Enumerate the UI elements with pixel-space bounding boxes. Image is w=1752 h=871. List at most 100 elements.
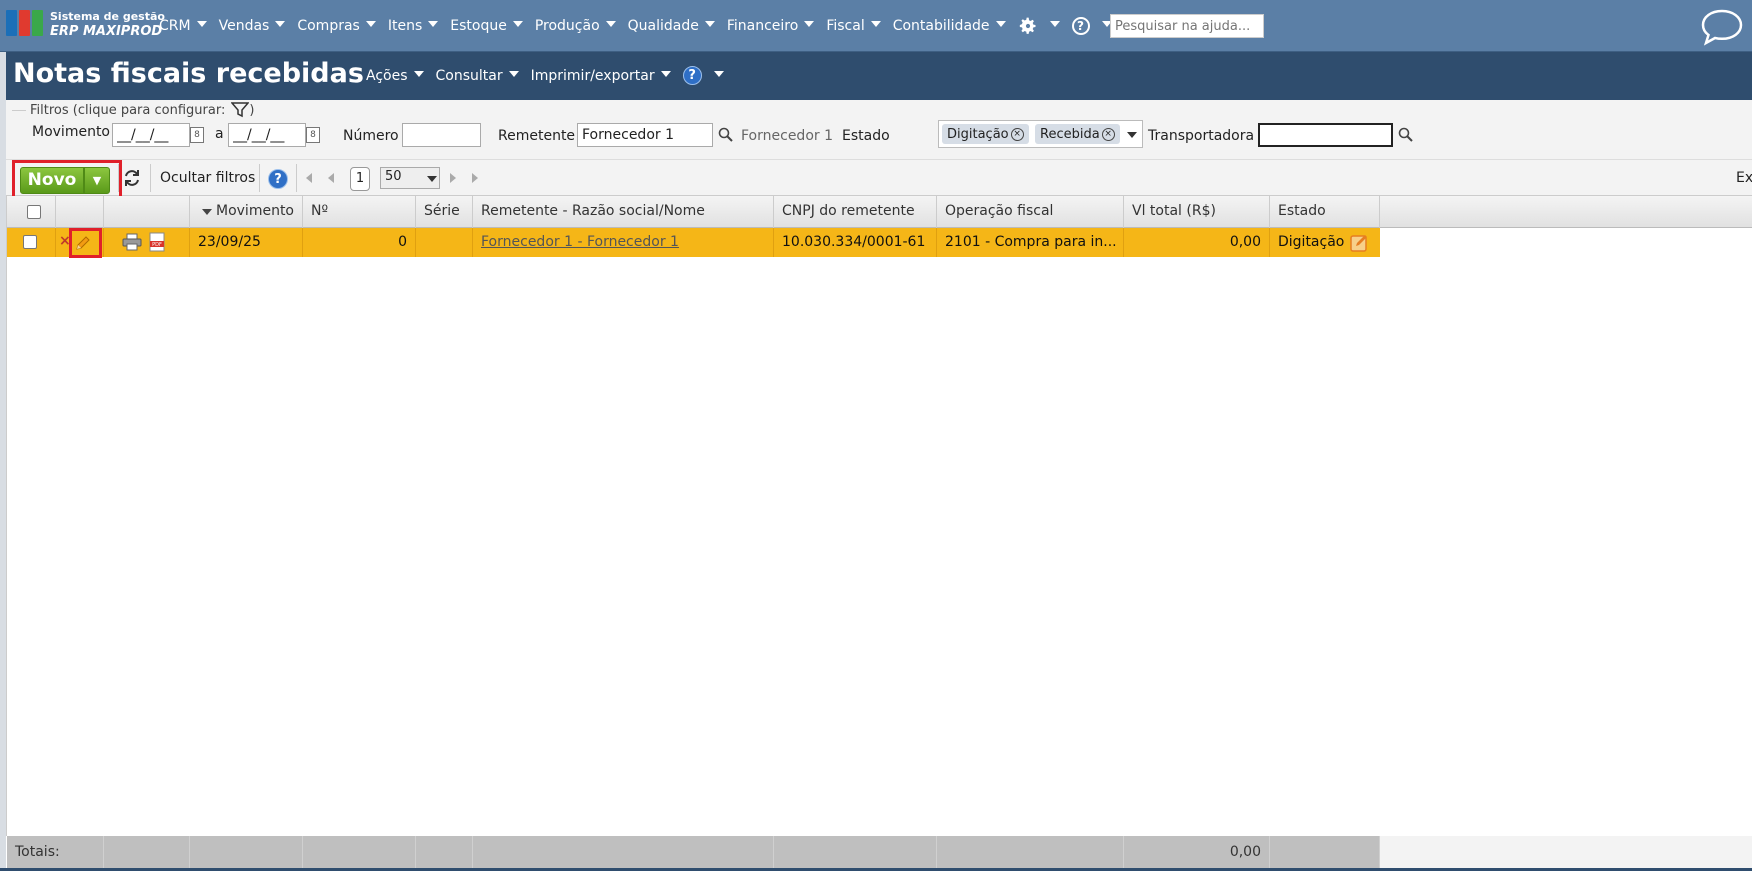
novo-button[interactable]: Novo	[20, 167, 84, 194]
cell-operacao: 2101 - Compra para in...	[937, 228, 1124, 257]
col-serie[interactable]: Série	[416, 196, 473, 228]
grid-toolbar: Novo ▼ Ocultar filtros ? 1 50 Ex	[6, 160, 1752, 200]
menu-contabilidade[interactable]: Contabilidade	[893, 18, 1006, 34]
col-movimento[interactable]: Movimento	[190, 196, 303, 228]
novo-highlight: Novo ▼	[12, 160, 122, 200]
transportadora-input[interactable]	[1258, 123, 1393, 147]
caret-down-icon[interactable]	[1127, 132, 1137, 138]
maxiprod-logo[interactable]: Sistema de gestão ERP MAXIPROD	[6, 8, 165, 42]
col-remetente[interactable]: Remetente - Razão social/Nome	[473, 196, 774, 228]
remetente-input[interactable]	[577, 123, 713, 147]
ocultar-filtros-button[interactable]: Ocultar filtros	[160, 170, 255, 186]
prev-page-icon[interactable]	[328, 173, 334, 183]
estado-tag-recebida: Recebida ×	[1035, 124, 1120, 144]
menu-crm[interactable]: CRM	[159, 18, 207, 34]
svg-text:PDF: PDF	[152, 242, 162, 248]
remetente-link[interactable]: Fornecedor 1 - Fornecedor 1	[481, 234, 679, 250]
page-size-select[interactable]: 50	[380, 167, 440, 189]
movimento-from-input[interactable]	[112, 123, 190, 147]
caret-down-icon	[713, 70, 724, 77]
consultar-menu[interactable]: Consultar	[436, 68, 519, 84]
remove-tag-icon[interactable]: ×	[1101, 127, 1115, 141]
grid-help-icon[interactable]: ?	[268, 169, 288, 189]
col-operacao[interactable]: Operação fiscal	[937, 196, 1124, 228]
caret-down-icon	[995, 21, 1006, 27]
col-estado[interactable]: Estado	[1270, 196, 1380, 228]
caret-down-icon	[413, 70, 424, 77]
col-valor[interactable]: Vl total (R$)	[1124, 196, 1270, 228]
calendar-icon[interactable]: 8	[190, 127, 204, 143]
estado-multiselect[interactable]: Digitação × Recebida ×	[938, 120, 1143, 148]
numero-label: Número	[343, 128, 399, 144]
menu-fiscal[interactable]: Fiscal	[826, 18, 881, 34]
sort-desc-icon	[202, 209, 212, 215]
estado-tag-digitacao: Digitação ×	[942, 124, 1029, 144]
filters-border	[12, 110, 26, 111]
help-search-input[interactable]	[1110, 14, 1264, 38]
last-page-icon[interactable]	[472, 173, 478, 183]
acoes-menu[interactable]: Ações	[366, 68, 424, 84]
caret-down-icon	[196, 21, 207, 27]
caret-down-icon	[605, 21, 616, 27]
main-menu: CRM Vendas Compras Itens Estoque Produçã…	[159, 0, 1124, 52]
refresh-icon[interactable]	[122, 169, 142, 187]
edit-estado-icon[interactable]	[1350, 233, 1370, 252]
movimento-label: Movimento	[32, 124, 110, 140]
caret-down-icon	[870, 21, 881, 27]
menu-qualidade[interactable]: Qualidade	[628, 18, 715, 34]
caret-down-icon	[1049, 21, 1060, 27]
menu-financeiro[interactable]: Financeiro	[727, 18, 815, 34]
current-page-input[interactable]: 1	[350, 167, 370, 191]
menu-itens[interactable]: Itens	[388, 18, 439, 34]
calendar-icon[interactable]: 8	[306, 127, 320, 143]
next-page-icon[interactable]	[450, 173, 456, 183]
caret-down-icon	[428, 21, 439, 27]
table-row[interactable]: × PDF 23/09/25 0 Fornecedor 1 - Forneced…	[7, 228, 1380, 257]
totals-empty-area	[1380, 836, 1752, 868]
print-header	[104, 196, 190, 228]
caret-down-icon	[804, 21, 815, 27]
movimento-to-input[interactable]	[228, 123, 306, 147]
select-all-checkbox[interactable]	[27, 205, 41, 219]
page-help-menu[interactable]: ?	[682, 66, 724, 85]
filters-legend[interactable]: Filtros (clique para configurar: )	[28, 102, 257, 118]
grid-header: Movimento Nº Série Remetente - Razão soc…	[7, 196, 1752, 228]
numero-input[interactable]	[402, 123, 481, 147]
totals-cell	[774, 836, 937, 868]
estado-label: Estado	[842, 128, 890, 144]
edit-highlight	[69, 228, 102, 258]
cell-cnpj: 10.030.334/0001-61	[774, 228, 937, 257]
export-button[interactable]: Ex	[1736, 170, 1752, 186]
remove-tag-icon[interactable]: ×	[1010, 127, 1024, 141]
actions-header	[56, 196, 104, 228]
menu-compras[interactable]: Compras	[297, 18, 376, 34]
novo-dropdown-button[interactable]: ▼	[84, 167, 110, 194]
col-cnpj[interactable]: CNPJ do remetente	[774, 196, 937, 228]
printer-icon[interactable]	[122, 233, 142, 251]
menu-estoque[interactable]: Estoque	[450, 18, 523, 34]
cell-serie	[416, 228, 473, 257]
caret-down-icon	[704, 21, 715, 27]
search-icon[interactable]	[718, 127, 734, 143]
question-circle-icon: ?	[1071, 17, 1090, 35]
menu-producao[interactable]: Produção	[535, 18, 616, 34]
settings-menu[interactable]	[1018, 16, 1060, 36]
search-icon[interactable]	[1398, 127, 1414, 143]
help-menu[interactable]: ?	[1071, 17, 1112, 35]
chat-bubble-icon[interactable]	[1700, 8, 1744, 46]
remetente-display: Fornecedor 1	[741, 128, 833, 144]
imprimir-exportar-menu[interactable]: Imprimir/exportar	[531, 68, 671, 84]
funnel-icon[interactable]	[231, 102, 250, 118]
caret-down-icon	[275, 21, 286, 27]
date-range-separator: a	[215, 126, 224, 142]
totals-cell	[473, 836, 774, 868]
cell-movimento: 23/09/25	[190, 228, 303, 257]
first-page-icon[interactable]	[306, 173, 312, 183]
col-numero[interactable]: Nº	[303, 196, 416, 228]
menu-vendas[interactable]: Vendas	[219, 18, 286, 34]
pdf-icon[interactable]: PDF	[148, 232, 166, 252]
cell-remetente: Fornecedor 1 - Fornecedor 1	[473, 228, 774, 257]
toolbar-divider	[296, 164, 297, 192]
row-checkbox[interactable]	[23, 235, 37, 249]
totals-cell	[190, 836, 303, 868]
